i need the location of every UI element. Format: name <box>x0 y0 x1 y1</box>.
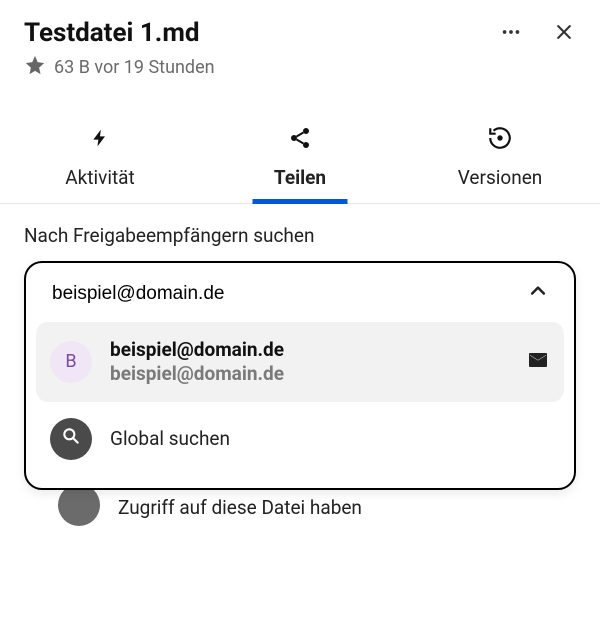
tab-versions[interactable]: Versionen <box>400 117 600 203</box>
share-search-dropdown: B beispiel@domain.de beispiel@domain.de … <box>24 261 576 490</box>
star-icon[interactable] <box>24 54 46 81</box>
tab-activity[interactable]: Aktivität <box>0 117 200 203</box>
share-search-label: Nach Freigabeempfängern suchen <box>24 224 576 247</box>
tab-versions-label: Versionen <box>458 166 543 189</box>
share-icon <box>288 125 312 156</box>
close-button[interactable] <box>552 20 576 47</box>
share-link-hint: Zugriff auf diese Datei haben <box>118 496 362 521</box>
avatar: B <box>50 341 92 383</box>
share-search-input[interactable] <box>52 283 528 305</box>
file-meta: 63 B vor 19 Stunden <box>54 57 215 78</box>
global-search-label: Global suchen <box>110 427 230 450</box>
share-suggestion-item[interactable]: B beispiel@domain.de beispiel@domain.de <box>36 322 564 402</box>
bolt-icon <box>90 125 110 156</box>
mail-icon <box>526 348 550 376</box>
share-link-row: Zugriff auf diese Datei haben <box>24 496 576 526</box>
tab-share[interactable]: Teilen <box>200 117 400 203</box>
tab-share-label: Teilen <box>274 166 326 189</box>
chevron-up-icon[interactable] <box>528 281 548 306</box>
file-title: Testdatei 1.md <box>24 18 200 48</box>
suggestion-secondary: beispiel@domain.de <box>110 362 508 386</box>
close-icon <box>554 22 574 45</box>
global-search-item[interactable]: Global suchen <box>26 402 574 476</box>
search-icon <box>61 426 81 451</box>
history-icon <box>487 125 513 156</box>
search-avatar <box>50 418 92 460</box>
tab-activity-label: Aktivität <box>65 166 134 189</box>
suggestion-primary: beispiel@domain.de <box>110 338 508 362</box>
more-menu-button[interactable] <box>498 19 524 48</box>
tabs: Aktivität Teilen Versionen <box>0 117 600 204</box>
more-icon <box>500 21 522 46</box>
link-avatar <box>58 484 100 526</box>
